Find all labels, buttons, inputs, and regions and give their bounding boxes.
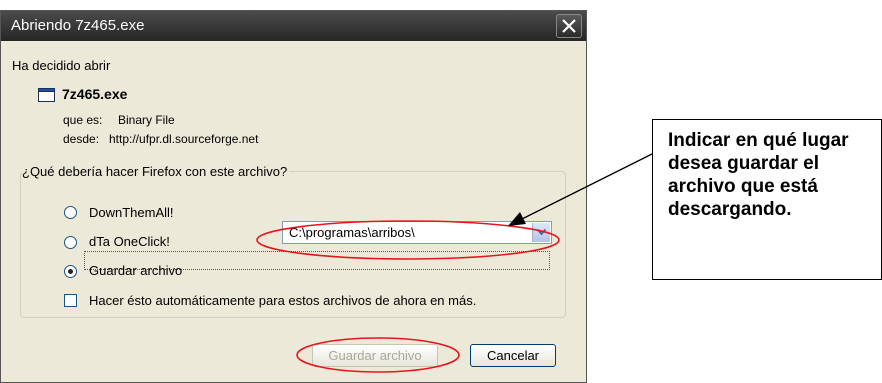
- annotation-overlay: [256, 153, 653, 373]
- path-highlight-ellipse: [256, 220, 560, 260]
- arrow-head: [508, 212, 526, 226]
- callout-arrow-line: [519, 153, 653, 221]
- button-highlight-ellipse: [296, 337, 460, 373]
